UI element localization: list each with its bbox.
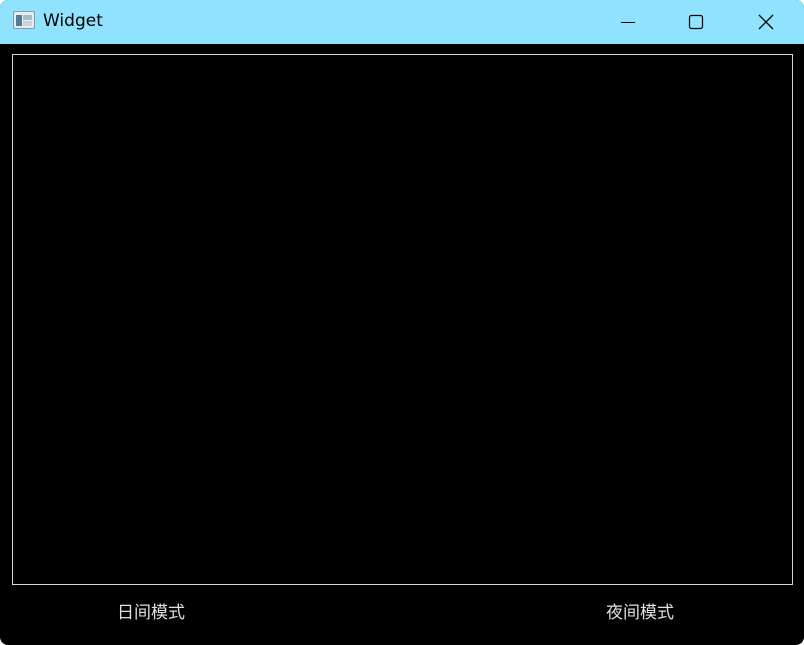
- title-bar[interactable]: Widget: [0, 0, 804, 44]
- app-window-icon: [13, 11, 35, 29]
- display-canvas: [12, 54, 793, 585]
- close-button[interactable]: [733, 0, 799, 44]
- maximize-icon: [688, 14, 704, 30]
- window-title: Widget: [43, 11, 103, 31]
- close-icon: [758, 14, 774, 30]
- day-mode-button[interactable]: 日间模式: [117, 598, 185, 628]
- night-mode-button[interactable]: 夜间模式: [606, 598, 674, 628]
- maximize-button[interactable]: [663, 0, 729, 44]
- minimize-button[interactable]: [595, 0, 661, 44]
- minimize-icon: [621, 22, 635, 23]
- app-window: Widget 日间模式 夜间模式: [0, 0, 804, 645]
